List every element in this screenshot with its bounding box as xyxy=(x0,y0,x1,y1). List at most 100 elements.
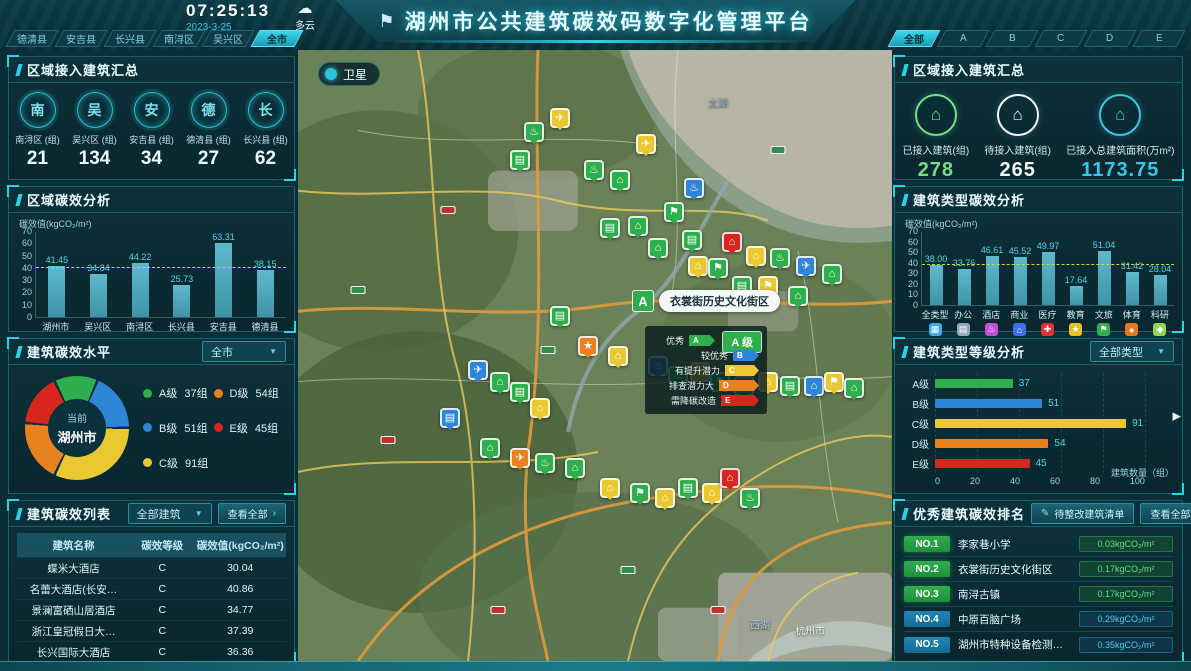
hbar xyxy=(935,419,1126,428)
type-dropdown[interactable]: 全部类型 ▼ xyxy=(1090,341,1174,362)
satellite-map[interactable]: 卫星 ✈♨▤♨⌂✈♨▤⌂⚑⌂▤⌂⌂⚑⌂♨✈⌂▤⚑⌂▤★⌂⌂♨⌂⚑♨⌂▤⌂⚑⌂✈⌂… xyxy=(298,50,892,661)
building-marker[interactable]: ✈ xyxy=(550,108,570,128)
ranking-row[interactable]: NO.2衣裳街历史文化街区0.17kgCO₂/m² xyxy=(904,557,1173,582)
building-marker[interactable]: ⌂ xyxy=(490,372,510,392)
tab-grade-5[interactable]: D xyxy=(1083,30,1136,47)
rework-list-button[interactable]: ✎ 待整改建筑清单 xyxy=(1031,503,1134,524)
building-marker[interactable]: ⌂ xyxy=(822,264,842,284)
building-marker[interactable]: ▤ xyxy=(780,376,800,396)
category-label: 文旅 xyxy=(1090,308,1118,321)
ranking-row[interactable]: NO.3南浔古镇0.17kgCO₂/m² xyxy=(904,582,1173,607)
building-icon: ⌂ xyxy=(1099,94,1141,136)
building-marker[interactable]: ⌂ xyxy=(608,346,628,366)
column-header: 碳效值(kgCO₂/m²) xyxy=(195,538,286,553)
marker-glyph-icon: ⌂ xyxy=(795,291,802,302)
building-marker[interactable]: ✈ xyxy=(468,360,488,380)
building-marker[interactable]: ✈ xyxy=(796,256,816,276)
building-marker[interactable]: ▤ xyxy=(682,230,702,250)
ranking-row[interactable]: NO.1李家巷小学0.03kgCO₂/m² xyxy=(904,532,1173,557)
grade-a-badge: A xyxy=(632,290,654,312)
building-marker[interactable]: ⌂ xyxy=(530,398,550,418)
tab-region-4[interactable]: 南浔区 xyxy=(152,30,205,47)
stat-value: 278 xyxy=(903,159,970,182)
header-tick-icon xyxy=(15,194,22,206)
tab-region-1[interactable]: 德清县 xyxy=(5,30,58,47)
building-marker[interactable]: ▤ xyxy=(678,478,698,498)
building-marker[interactable]: ♨ xyxy=(524,122,544,142)
building-marker[interactable]: ✈ xyxy=(510,448,530,468)
building-filter-dropdown[interactable]: 全部建筑 ▼ xyxy=(128,503,212,524)
building-marker[interactable]: ⌂ xyxy=(746,246,766,266)
legend-dot-icon xyxy=(214,423,223,432)
building-marker[interactable]: ⌂ xyxy=(722,232,742,252)
satellite-toggle[interactable]: 卫星 xyxy=(318,62,380,86)
building-marker[interactable]: ♨ xyxy=(584,160,604,180)
table-row[interactable]: 蝶米大酒店C30.04 xyxy=(17,557,286,578)
building-marker[interactable]: ▤ xyxy=(510,150,530,170)
table-cell: 37.39 xyxy=(195,625,286,637)
y-tick-label: 30 xyxy=(908,268,918,278)
building-marker[interactable]: ⌂ xyxy=(844,378,864,398)
building-marker[interactable]: ⌂ xyxy=(720,468,740,488)
building-marker[interactable]: ♨ xyxy=(535,453,555,473)
tab-grade-2[interactable]: A xyxy=(936,30,989,47)
tab-grade-4[interactable]: C xyxy=(1034,30,1087,47)
table-row[interactable]: 长兴国际大酒店C36.36 xyxy=(17,641,286,662)
city-dropdown[interactable]: 全市 ▼ xyxy=(202,341,286,362)
tab-grade-6[interactable]: E xyxy=(1132,30,1185,47)
building-marker[interactable]: ⌂ xyxy=(788,286,808,306)
building-marker[interactable]: ▤ xyxy=(440,408,460,428)
next-arrow-icon[interactable]: ▶ xyxy=(1173,410,1181,423)
building-marker[interactable]: ⚑ xyxy=(824,372,844,392)
building-marker[interactable]: ✈ xyxy=(636,134,656,154)
table-row[interactable]: 浙江皇冠假日大…C37.39 xyxy=(17,620,286,641)
building-marker[interactable]: ▤ xyxy=(600,218,620,238)
building-marker[interactable]: ⚑ xyxy=(664,202,684,222)
tab-region-3[interactable]: 长兴县 xyxy=(103,30,156,47)
tab-label: C xyxy=(1057,33,1064,44)
building-marker[interactable]: ★ xyxy=(578,336,598,356)
building-marker[interactable]: ⚑ xyxy=(708,258,728,278)
table-row[interactable]: 名蕾大酒店(长安…C40.86 xyxy=(17,578,286,599)
tab-grade-3[interactable]: B xyxy=(985,30,1038,47)
region-stat: 德德清县 (组)27 xyxy=(183,92,235,170)
ranking-row[interactable]: NO.4中原百脑广场0.29kgCO₂/m² xyxy=(904,607,1173,632)
building-marker[interactable]: ⌂ xyxy=(648,238,668,258)
building-marker[interactable]: ♨ xyxy=(684,178,704,198)
tab-region-2[interactable]: 安吉县 xyxy=(54,30,107,47)
marker-glyph-icon: ⌂ xyxy=(729,237,736,248)
tab-region-5[interactable]: 吴兴区 xyxy=(201,30,254,47)
view-all-button[interactable]: 查看全部 › xyxy=(218,503,286,524)
view-all-button[interactable]: 查看全部 › xyxy=(1140,503,1191,524)
tab-label: B xyxy=(1009,33,1016,44)
building-icon: ⌂ xyxy=(915,94,957,136)
building-marker[interactable]: ⌂ xyxy=(610,170,630,190)
building-marker[interactable]: ⌂ xyxy=(655,488,675,508)
marker-glyph-icon: ▤ xyxy=(785,381,795,392)
building-marker[interactable]: ⌂ xyxy=(480,438,500,458)
bar-value-label: 46.61 xyxy=(981,245,1004,255)
building-marker[interactable]: ⌂ xyxy=(628,216,648,236)
building-marker[interactable]: ⌂ xyxy=(565,458,585,478)
table-row[interactable]: 景澜富硒山居酒店C34.77 xyxy=(17,599,286,620)
map-legend-row: 优秀A xyxy=(653,333,715,348)
building-marker[interactable]: ⚑ xyxy=(630,483,650,503)
tab-region-6[interactable]: 全市 xyxy=(250,30,303,47)
building-marker[interactable]: ⌂ xyxy=(600,478,620,498)
tab-grade-1[interactable]: 全部 xyxy=(887,30,940,47)
building-type-icon: ♨ xyxy=(985,323,998,336)
toggle-dot-icon xyxy=(325,68,337,80)
building-marker[interactable]: ⌂ xyxy=(702,483,722,503)
panel-region-carbon-analysis: 区域碳效分析 碳效值(kgCO₂/m²) 01020304050607041.4… xyxy=(8,186,295,332)
building-marker[interactable]: ⌂ xyxy=(804,376,824,396)
building-marker[interactable]: ▤ xyxy=(550,306,570,326)
ranking-row[interactable]: NO.5湖州市特种设备检测研究院（长兴）0.35kgCO₂/m² xyxy=(904,632,1173,657)
chevron-down-icon: ▼ xyxy=(269,347,277,356)
building-marker[interactable]: ⌂ xyxy=(688,256,708,276)
building-marker[interactable]: ♨ xyxy=(740,488,760,508)
building-marker[interactable]: ♨ xyxy=(770,248,790,268)
building-marker[interactable]: ▤ xyxy=(510,382,530,402)
bar xyxy=(1154,275,1167,305)
access-stat: ⌂待接入建筑(组)265 xyxy=(984,94,1051,182)
grade-tag-icon: C xyxy=(725,365,759,376)
